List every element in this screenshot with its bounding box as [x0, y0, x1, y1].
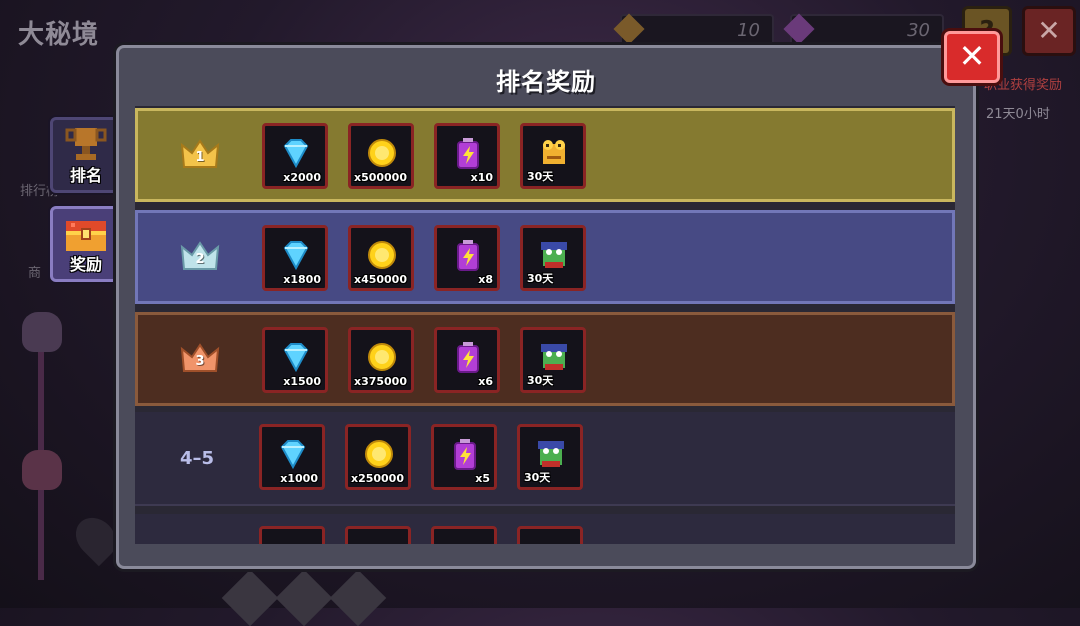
item-duration: 30天: [524, 471, 551, 484]
silver-crown-icon: 2: [180, 239, 220, 275]
reward-item-skin[interactable]: 30天: [520, 327, 586, 393]
frog-skin-icon: [538, 441, 564, 467]
resource-bar-b: 30: [783, 13, 944, 48]
item-duration: 30天: [527, 374, 554, 387]
item-quantity: x8: [478, 273, 493, 286]
frog-skin-icon: [541, 344, 567, 370]
item-quantity: x5: [475, 472, 490, 485]
reward-row-partial: [135, 514, 955, 544]
rank-number: 2: [195, 252, 205, 267]
decorative-spikes: [221, 569, 430, 626]
reward-item-skin[interactable]: 30天: [520, 225, 586, 291]
energy-battery-icon: [457, 138, 479, 169]
reward-item-skin[interactable]: 30天: [520, 123, 586, 189]
item-quantity: x375000: [353, 375, 407, 388]
reward-item-coin[interactable]: x450000: [348, 225, 414, 291]
chest-icon: [66, 221, 106, 251]
tab-reward[interactable]: 奖励: [50, 206, 122, 282]
golden-frog-skin-icon: [543, 140, 565, 164]
bronze-crown-icon: 3: [180, 341, 220, 377]
item-quantity: x1800: [283, 273, 321, 286]
rank-cell: 3: [160, 315, 240, 403]
coin-icon: [365, 440, 393, 468]
reward-item-energy[interactable]: x8: [434, 225, 500, 291]
rank-cell: 1: [160, 111, 240, 199]
diamond-icon: [283, 343, 309, 373]
reward-item-slot[interactable]: [259, 526, 325, 544]
close-button[interactable]: ✕: [944, 31, 1000, 83]
item-quantity: x1000: [280, 472, 318, 485]
skull-marker-icon: [22, 312, 62, 352]
energy-battery-icon: [454, 439, 476, 470]
item-quantity: x250000: [350, 472, 404, 485]
background-title: 大秘境: [18, 20, 100, 50]
diamond-icon: [283, 139, 309, 169]
reward-item-coin[interactable]: x500000: [348, 123, 414, 189]
rank-range-text: 4–5: [179, 447, 215, 469]
purple-gem-icon: [783, 13, 815, 45]
reward-item-diamond[interactable]: x1000: [259, 424, 325, 490]
coin-icon: [368, 139, 396, 167]
frog-skin-icon: [541, 242, 567, 268]
energy-battery-icon: [457, 342, 479, 373]
reward-item-diamond[interactable]: x1800: [262, 225, 328, 291]
reward-item-energy[interactable]: x10: [434, 123, 500, 189]
background-close-button[interactable]: ✕: [1022, 6, 1076, 56]
item-duration: 30天: [527, 272, 554, 285]
rank-number: 1: [195, 150, 205, 165]
resource-a-value: 10: [737, 20, 760, 41]
resource-b-value: 30: [907, 20, 930, 41]
tab-reward-label: 奖励: [69, 255, 102, 274]
item-quantity: x6: [478, 375, 493, 388]
reward-item-slot[interactable]: [517, 526, 583, 544]
item-quantity: x500000: [353, 171, 407, 184]
gold-crown-icon: 1: [180, 137, 220, 173]
rank-reward-dialog: 排名奖励 1 x2000 x500000 x10 30天 2 x1800 x45…: [116, 45, 976, 569]
tab-rank-label: 排名: [69, 166, 102, 185]
skull-marker-icon: [22, 450, 62, 490]
reward-item-energy[interactable]: x6: [434, 327, 500, 393]
reward-item-slot[interactable]: [431, 526, 497, 544]
reward-item-slot[interactable]: [345, 526, 411, 544]
reward-item-skin[interactable]: 30天: [517, 424, 583, 490]
reward-item-coin[interactable]: x375000: [348, 327, 414, 393]
rank-cell: 2: [160, 213, 240, 301]
item-quantity: x2000: [283, 171, 321, 184]
item-duration: 30天: [527, 170, 554, 183]
reward-row-rank-1: 1 x2000 x500000 x10 30天: [135, 108, 955, 202]
rank-number: 3: [195, 354, 205, 369]
reward-item-energy[interactable]: x5: [431, 424, 497, 490]
item-quantity: x1500: [283, 375, 321, 388]
resource-bar-a: 10: [613, 13, 774, 48]
coin-icon: [368, 343, 396, 371]
tab-rank[interactable]: 排名: [50, 117, 122, 193]
energy-battery-icon: [457, 240, 479, 271]
diamond-icon: [280, 440, 306, 470]
reward-item-diamond[interactable]: x2000: [262, 123, 328, 189]
reward-item-diamond[interactable]: x1500: [262, 327, 328, 393]
dialog-title: 排名奖励: [496, 68, 596, 96]
left-label-shop: 商: [28, 266, 42, 281]
reward-item-coin[interactable]: x250000: [345, 424, 411, 490]
item-quantity: x10: [470, 171, 493, 184]
rank-cell: 4–5: [157, 412, 237, 504]
reward-list[interactable]: 1 x2000 x500000 x10 30天 2 x1800 x450000 …: [135, 106, 955, 544]
side-timer-text: 21天0小时: [986, 107, 1050, 122]
orange-gem-icon: [613, 13, 645, 45]
coin-icon: [368, 241, 396, 269]
reward-row-rank-3: 3 x1500 x375000 x6 30天: [135, 312, 955, 406]
reward-row-rank-2: 2 x1800 x450000 x8 30天: [135, 210, 955, 304]
trophy-icon: [65, 128, 107, 160]
item-quantity: x450000: [353, 273, 407, 286]
diamond-icon: [283, 241, 309, 271]
reward-row-rank-4-5: 4–5 x1000 x250000 x5 30天: [135, 412, 955, 506]
